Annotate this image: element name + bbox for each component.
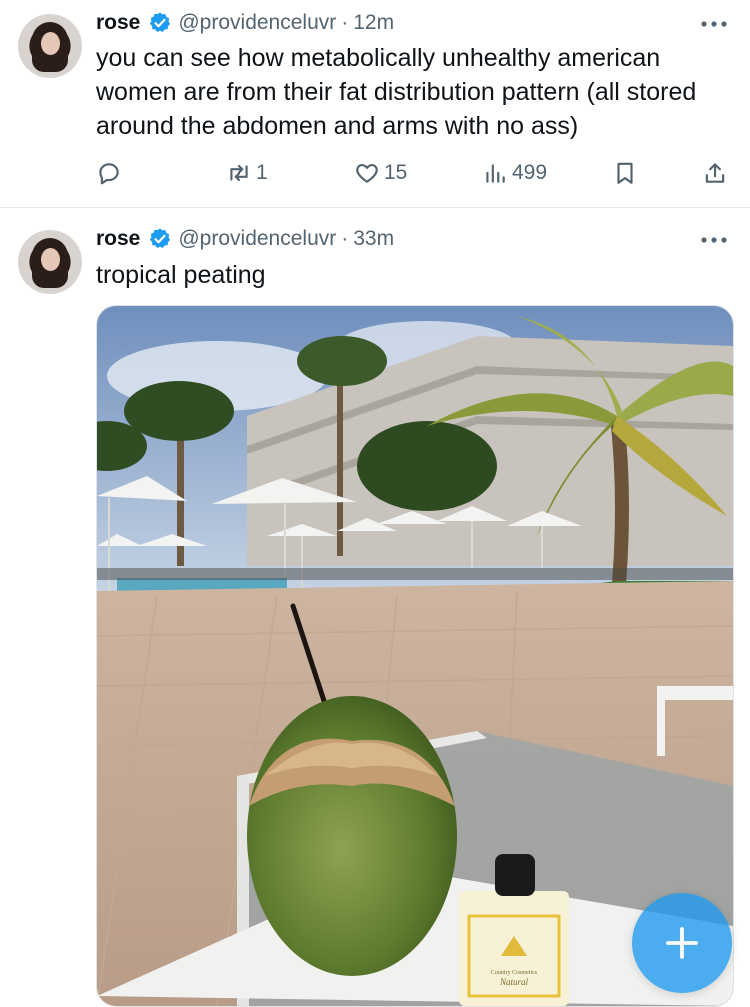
reply-icon bbox=[99, 163, 119, 185]
more-icon[interactable] bbox=[698, 228, 730, 252]
like-count: 15 bbox=[384, 161, 408, 184]
repost-count: 1 bbox=[256, 161, 268, 184]
separator: · bbox=[341, 11, 349, 34]
verified-badge-icon bbox=[150, 12, 171, 32]
like-button[interactable]: 15 bbox=[354, 156, 407, 190]
bookmark-icon bbox=[617, 162, 633, 184]
views-button[interactable]: 499 bbox=[482, 156, 547, 190]
bookmark-button[interactable] bbox=[612, 156, 638, 190]
timestamp[interactable]: 33m bbox=[353, 227, 394, 251]
tweet-header: rose @providenceluvr · 12m bbox=[96, 8, 394, 38]
tweet-header: rose @providenceluvr · 33m bbox=[96, 224, 394, 254]
bottle-label-natural: Natural bbox=[499, 977, 529, 987]
tweet-actions: 1 15 499 bbox=[96, 156, 736, 190]
tweet[interactable]: rose @providenceluvr · 33m tropical peat… bbox=[0, 208, 750, 1007]
views-count: 499 bbox=[512, 161, 548, 184]
timestamp[interactable]: 12m bbox=[353, 11, 394, 35]
reply-button[interactable] bbox=[96, 156, 122, 190]
more-icon[interactable] bbox=[698, 12, 730, 36]
repost-icon bbox=[230, 164, 248, 182]
author-name[interactable]: rose bbox=[96, 11, 140, 35]
compose-plus-icon bbox=[666, 927, 698, 959]
author-handle[interactable]: @providenceluvr bbox=[178, 227, 336, 251]
tweet-text: you can see how metabolically unhealthy … bbox=[96, 44, 697, 140]
share-button[interactable] bbox=[702, 156, 728, 190]
verified-badge-icon bbox=[150, 228, 171, 248]
views-icon bbox=[486, 164, 505, 183]
author-name[interactable]: rose bbox=[96, 227, 140, 251]
share-icon bbox=[705, 163, 725, 183]
tweet-photo[interactable]: Country Cosmetics Natural bbox=[96, 305, 734, 1007]
repost-button[interactable]: 1 bbox=[226, 156, 268, 190]
bottle-label-brand: Country Cosmetics bbox=[491, 970, 538, 976]
separator: · bbox=[341, 227, 349, 250]
like-icon bbox=[356, 164, 378, 183]
avatar[interactable] bbox=[18, 14, 82, 78]
tweet-text: tropical peating bbox=[96, 261, 266, 289]
photo-pool-coconut: Country Cosmetics Natural bbox=[97, 306, 733, 1006]
tweet[interactable]: rose @providenceluvr · 12m you can see h… bbox=[0, 0, 750, 208]
compose-button[interactable] bbox=[632, 893, 732, 993]
author-handle[interactable]: @providenceluvr bbox=[178, 11, 336, 35]
avatar[interactable] bbox=[18, 230, 82, 294]
